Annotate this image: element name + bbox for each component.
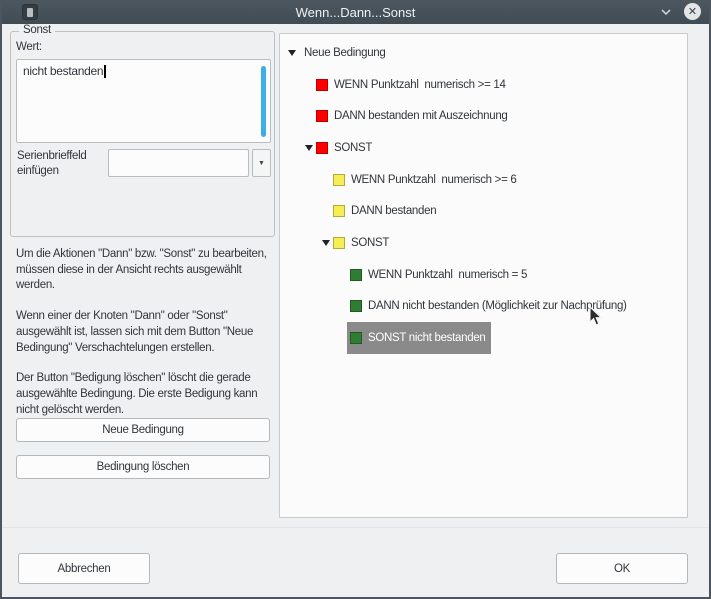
tree-item[interactable]: DANN nicht bestanden (Möglichkeit zur Na… (280, 291, 687, 323)
tree-item-label: SONST nicht bestanden (368, 332, 486, 344)
condition-tree[interactable]: Neue Bedingung WENN Punktzahl numerisch >… (279, 33, 688, 518)
tree-item-selected[interactable]: SONST nicht bestanden (347, 322, 491, 354)
red-square-icon (316, 110, 328, 122)
wert-value: nicht bestanden (23, 64, 103, 78)
tree-item[interactable]: SONST (280, 227, 687, 259)
tree-item-label: WENN Punktzahl numerisch = 5 (368, 269, 527, 281)
tree-item-label: DANN bestanden (351, 205, 436, 217)
ok-button[interactable]: OK (556, 553, 688, 584)
footer-separator (2, 527, 709, 528)
text-caret (104, 65, 106, 78)
tree-item-label: Neue Bedingung (304, 47, 385, 59)
close-icon[interactable]: ✕ (684, 3, 701, 20)
tree-item-label: WENN Punktzahl numerisch >= 14 (334, 79, 506, 91)
tree-item-content[interactable]: DANN bestanden mit Auszeichnung (313, 100, 513, 132)
tree-item-content[interactable]: Neue Bedingung (296, 37, 390, 69)
mergefield-label: Serienbrieffeld einfügen (17, 149, 105, 179)
help-paragraph: Der Button "Bedigung löschen" löscht die… (16, 371, 272, 418)
groupbox-legend: Sonst (19, 24, 55, 36)
tree-item[interactable]: WENN Punktzahl numerisch >= 14 (280, 69, 687, 101)
tree-item[interactable]: DANN bestanden mit Auszeichnung (280, 100, 687, 132)
mergefield-dropdown-button[interactable]: ▼ (252, 149, 271, 177)
green-square-icon (350, 269, 362, 281)
tree-item-content[interactable]: DANN bestanden (330, 195, 441, 227)
delete-condition-button[interactable]: Bedingung löschen (16, 455, 270, 479)
yellow-square-icon (333, 205, 345, 217)
tree-item-content[interactable]: SONST (330, 227, 394, 259)
textbox-scrollbar[interactable] (261, 66, 266, 137)
tree-item-label: WENN Punktzahl numerisch >= 6 (351, 174, 517, 186)
tree-item-label: SONST (351, 237, 389, 249)
tree-item-content[interactable]: SONST (313, 132, 377, 164)
help-text: Um die Aktionen "Dann" bzw. "Sonst" zu b… (16, 247, 272, 433)
tree-item[interactable]: SONST (280, 132, 687, 164)
tree-item[interactable]: WENN Punktzahl numerisch = 5 (280, 259, 687, 291)
yellow-square-icon (333, 174, 345, 186)
chevron-down-icon[interactable] (659, 5, 673, 19)
sonst-groupbox: Sonst Wert: nicht bestanden Serienbrieff… (10, 31, 275, 237)
tree-item-content[interactable]: WENN Punktzahl numerisch >= 6 (330, 164, 522, 196)
window-title: Wenn...Dann...Sonst (0, 5, 711, 20)
tree-item-label: SONST (334, 142, 372, 154)
titlebar[interactable]: Wenn...Dann...Sonst ✕ (0, 0, 711, 24)
tree-item-content[interactable]: WENN Punktzahl numerisch = 5 (347, 259, 532, 291)
red-square-icon (316, 142, 328, 154)
tree-item[interactable]: WENN Punktzahl numerisch >= 6 (280, 164, 687, 196)
tree-item[interactable]: Neue Bedingung (280, 37, 687, 69)
cancel-button[interactable]: Abbrechen (18, 553, 150, 584)
dropdown-arrow-icon: ▼ (258, 160, 265, 167)
help-paragraph: Wenn einer der Knoten "Dann" oder "Sonst… (16, 309, 272, 356)
tree-item[interactable]: SONST nicht bestanden (280, 322, 687, 354)
red-square-icon (316, 79, 328, 91)
green-square-icon (350, 300, 362, 312)
tree-item-label: DANN bestanden mit Auszeichnung (334, 110, 508, 122)
wert-textbox[interactable]: nicht bestanden (16, 59, 271, 143)
help-paragraph: Um die Aktionen "Dann" bzw. "Sonst" zu b… (16, 247, 272, 294)
tree-item-content[interactable]: WENN Punktzahl numerisch >= 14 (313, 69, 511, 101)
yellow-square-icon (333, 237, 345, 249)
tree-item-label: DANN nicht bestanden (Möglichkeit zur Na… (368, 300, 627, 312)
green-square-icon (350, 332, 362, 344)
mergefield-combobox-input[interactable] (108, 149, 249, 177)
wert-label: Wert: (16, 41, 42, 53)
wenn-dann-sonst-dialog: Wenn...Dann...Sonst ✕ Sonst Wert: nicht … (0, 0, 711, 599)
tree-item[interactable]: DANN bestanden (280, 195, 687, 227)
mouse-cursor-icon (589, 306, 603, 327)
new-condition-button[interactable]: Neue Bedingung (16, 418, 270, 442)
